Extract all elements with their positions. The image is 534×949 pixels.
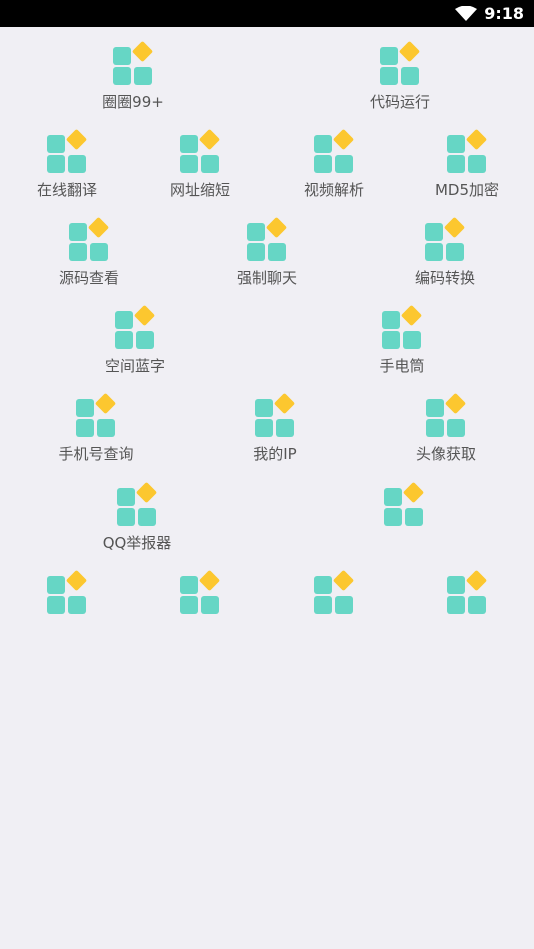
app-grid-icon (383, 481, 425, 526)
app-grid-icon (313, 128, 355, 173)
app-grid-icon (254, 392, 296, 437)
tool-item-unlabeled[interactable] (274, 569, 394, 641)
tool-label: MD5加密 (434, 181, 500, 199)
tool-label: 空间蓝字 (104, 357, 165, 375)
tool-label: 强制聊天 (236, 269, 297, 287)
tool-item-flashlight[interactable]: 手电筒 (342, 304, 462, 376)
tool-item-unlabeled[interactable] (140, 569, 260, 641)
app-grid-icon (46, 128, 88, 173)
tool-label: 代码运行 (369, 93, 430, 111)
app-grid-icon (313, 569, 355, 614)
tool-label: 我的IP (253, 445, 297, 463)
tool-label: 网址缩短 (169, 181, 230, 199)
tool-item-code-run[interactable]: 代码运行 (340, 40, 460, 112)
tool-label: 视频解析 (303, 181, 364, 199)
tool-item-translate[interactable]: 在线翻译 (7, 128, 127, 200)
app-grid-icon (114, 304, 156, 349)
app-grid-icon (381, 304, 423, 349)
tool-item-unlabeled[interactable] (407, 569, 527, 641)
tool-item-unlabeled[interactable] (7, 569, 127, 641)
app-grid-icon (379, 40, 421, 85)
app-grid-icon (425, 392, 467, 437)
app-grid-icon (446, 569, 488, 614)
tool-label: 源码查看 (58, 269, 119, 287)
app-grid-icon (179, 569, 221, 614)
tool-item-qzone-blue-text[interactable]: 空间蓝字 (75, 304, 195, 376)
status-time: 9:18 (484, 4, 524, 23)
tool-label: 手机号查询 (58, 445, 134, 463)
status-bar: 9:18 (0, 0, 534, 27)
tool-item-qq-report[interactable]: QQ举报器 (77, 481, 197, 553)
tool-item-circle-99[interactable]: 圈圈99+ (73, 40, 193, 112)
app-grid-icon (446, 128, 488, 173)
tool-label: 手电筒 (379, 357, 425, 375)
app-grid-icon (116, 481, 158, 526)
app-grid-icon (246, 216, 288, 261)
tool-item-md5[interactable]: MD5加密 (407, 128, 527, 200)
tool-label: 编码转换 (414, 269, 475, 287)
app-grid-icon (46, 569, 88, 614)
tool-label: 在线翻译 (36, 181, 97, 199)
app-grid-icon (68, 216, 110, 261)
tool-item-source-view[interactable]: 源码查看 (29, 216, 149, 288)
tool-label: QQ举报器 (102, 534, 172, 552)
tool-label: 圈圈99+ (102, 93, 164, 111)
tool-item-force-chat[interactable]: 强制聊天 (207, 216, 327, 288)
tool-item-video-parse[interactable]: 视频解析 (274, 128, 394, 200)
app-grid-icon (112, 40, 154, 85)
tool-label: 头像获取 (415, 445, 476, 463)
tool-item-url-shorten[interactable]: 网址缩短 (140, 128, 260, 200)
tool-item-my-ip[interactable]: 我的IP (215, 392, 335, 464)
tool-item-unlabeled[interactable] (344, 481, 464, 553)
tool-item-encode-convert[interactable]: 编码转换 (385, 216, 505, 288)
app-grid-icon (75, 392, 117, 437)
app-grid-icon (179, 128, 221, 173)
tool-item-phone-lookup[interactable]: 手机号查询 (36, 392, 156, 464)
tool-item-avatar-fetch[interactable]: 头像获取 (386, 392, 506, 464)
wifi-icon (455, 6, 477, 21)
app-grid-icon (424, 216, 466, 261)
